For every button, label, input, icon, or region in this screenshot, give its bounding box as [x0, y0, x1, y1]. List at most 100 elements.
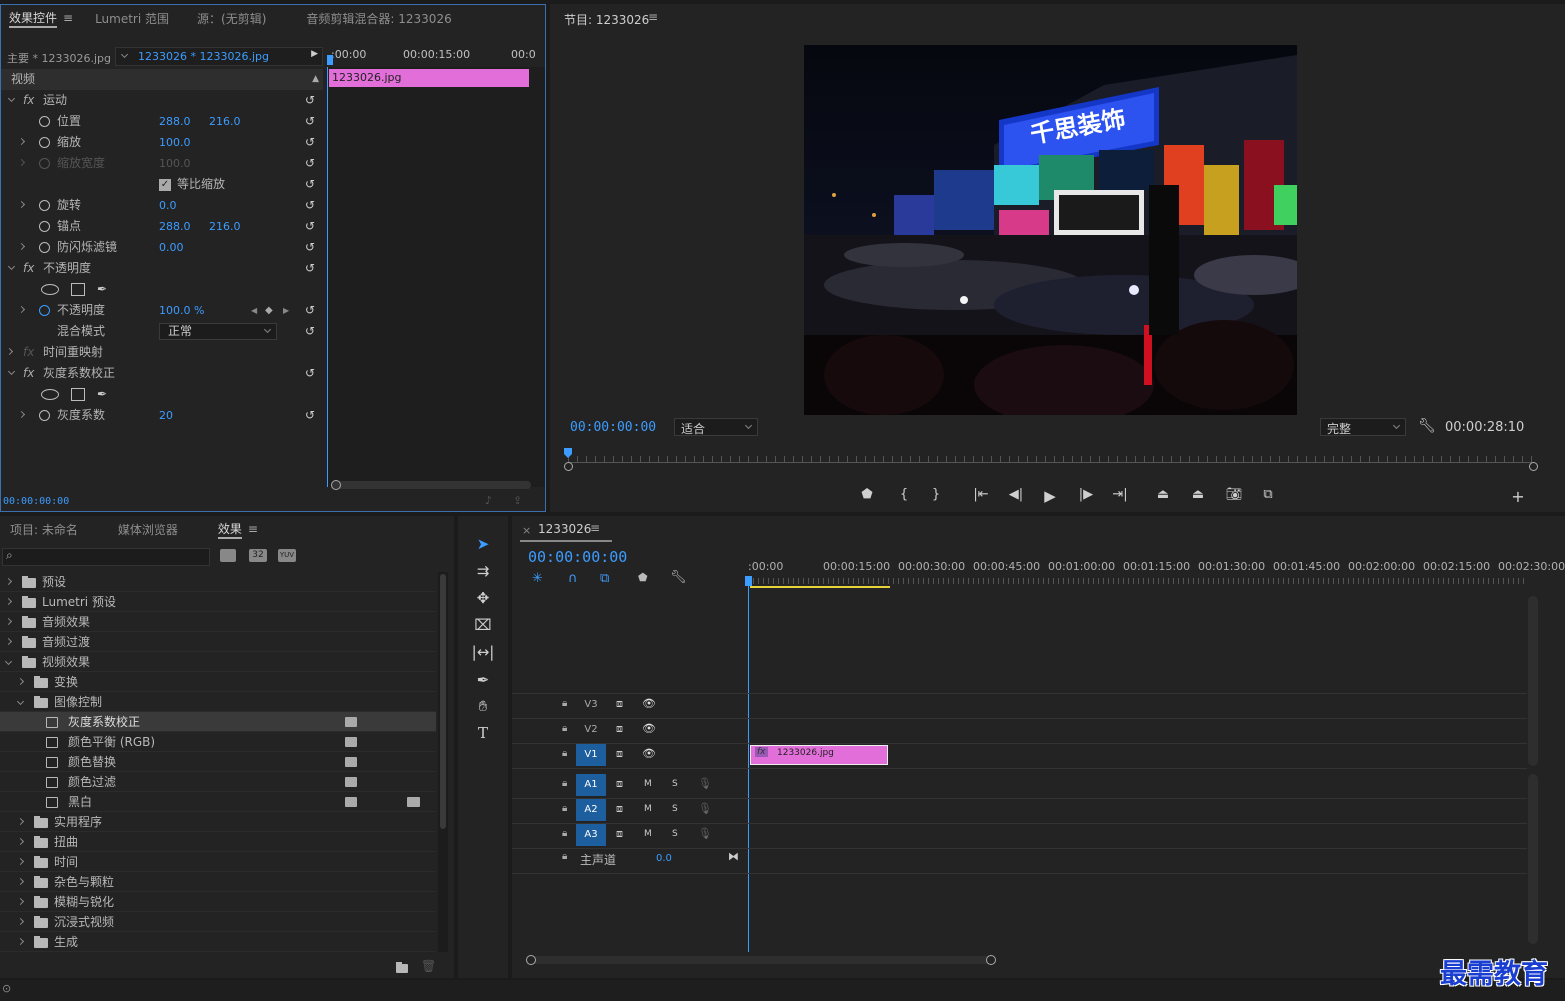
scroll-handle-left[interactable]: [331, 480, 341, 490]
add-marker-icon[interactable]: ⬟: [638, 571, 648, 584]
chevron-right-icon[interactable]: [17, 410, 26, 419]
chevron-right-icon[interactable]: [16, 817, 25, 826]
reset-icon[interactable]: ↺: [305, 174, 315, 195]
fx-icon[interactable]: fx: [23, 363, 34, 384]
pen-mask-icon[interactable]: ✒: [97, 279, 107, 300]
step-back-icon[interactable]: ◀|: [1006, 487, 1026, 502]
effects-tree-item[interactable]: 杂色与颗粒: [0, 872, 436, 892]
track-target-V2[interactable]: V2: [576, 719, 606, 741]
wrench-icon[interactable]: 🔧︎: [1418, 418, 1436, 434]
chevron-right-icon[interactable]: [5, 347, 14, 356]
scale-row[interactable]: 缩放 100.0 ↺: [1, 132, 323, 153]
camera-icon[interactable]: 📷︎: [1224, 487, 1244, 502]
mute-button[interactable]: M: [644, 829, 652, 839]
chevron-right-icon[interactable]: [17, 200, 26, 209]
chevron-right-icon[interactable]: [16, 877, 25, 886]
track-target-A2[interactable]: A2: [576, 799, 606, 821]
mute-button[interactable]: M: [644, 779, 652, 789]
effects-tree-item[interactable]: 黑白: [0, 792, 436, 812]
timeline-v-scrollbar[interactable]: [1528, 596, 1538, 766]
rectangle-mask-icon[interactable]: [71, 388, 85, 401]
fx-icon[interactable]: fx: [23, 90, 34, 111]
chevron-right-icon[interactable]: [16, 677, 25, 686]
reset-icon[interactable]: ↺: [305, 111, 315, 132]
button-editor-plus-icon[interactable]: +: [1508, 487, 1528, 506]
stopwatch-icon[interactable]: [39, 221, 50, 232]
timeline-playhead[interactable]: [748, 576, 749, 952]
chevron-right-icon[interactable]: [17, 305, 26, 314]
pen-mask-icon[interactable]: ✒: [97, 384, 107, 405]
position-y[interactable]: 216.0: [209, 111, 241, 132]
stopwatch-icon[interactable]: [39, 242, 50, 253]
effects-tree-item[interactable]: 扭曲: [0, 832, 436, 852]
accelerated-effects-icon[interactable]: [220, 549, 236, 562]
scrub-start-handle[interactable]: [564, 462, 573, 471]
effects-tree-item[interactable]: 图像控制: [0, 692, 436, 712]
reset-icon[interactable]: ↺: [305, 363, 315, 384]
scrub-end-handle[interactable]: [1529, 462, 1538, 471]
stopwatch-active-icon[interactable]: [39, 305, 50, 316]
eye-icon[interactable]: 👁︎: [642, 747, 656, 760]
step-forward-icon[interactable]: |▶: [1076, 487, 1096, 502]
sync-lock-icon[interactable]: ⧈: [616, 802, 623, 816]
chevron-right-icon[interactable]: [4, 637, 13, 646]
chevron-down-icon[interactable]: [7, 262, 16, 271]
delete-icon[interactable]: 🗑︎: [421, 959, 436, 973]
mute-button[interactable]: M: [644, 804, 652, 814]
add-marker-icon[interactable]: ⬟: [857, 487, 877, 502]
uniform-scale-checkbox[interactable]: ✓: [159, 179, 171, 191]
timeline-timecode[interactable]: 00:00:00:00: [528, 548, 627, 566]
antiflicker-value[interactable]: 0.00: [159, 237, 184, 258]
rotation-row[interactable]: 旋转 0.0 ↺: [1, 195, 323, 216]
stopwatch-icon[interactable]: [39, 200, 50, 211]
reset-icon[interactable]: ↺: [305, 195, 315, 216]
fit-select[interactable]: 适合: [674, 418, 758, 436]
timeline-v-scrollbar-audio[interactable]: [1528, 774, 1538, 944]
play-only-icon[interactable]: ▶: [311, 49, 318, 59]
solo-button[interactable]: S: [672, 779, 678, 789]
keyframe-next-icon[interactable]: ▶: [283, 300, 289, 321]
track-target-V1[interactable]: V1: [576, 744, 606, 766]
chevron-down-icon[interactable]: [4, 657, 13, 666]
effects-tree-item[interactable]: Lumetri 预设: [0, 592, 436, 612]
effects-tree-item[interactable]: 变换: [0, 672, 436, 692]
opacity-row[interactable]: 不透明度 100.0 % ◀ ◆ ▶ ↺: [1, 300, 323, 321]
anchor-y[interactable]: 216.0: [209, 216, 241, 237]
eye-icon[interactable]: 👁︎: [642, 697, 656, 710]
gamma-group-row[interactable]: fx 灰度系数校正 ↺: [1, 363, 323, 384]
playhead-head[interactable]: [745, 576, 752, 586]
effects-search-input[interactable]: ⌕: [2, 548, 210, 566]
tab-lumetri-scopes[interactable]: Lumetri 范围: [95, 10, 169, 27]
effects-tree-item[interactable]: 音频过渡: [0, 632, 436, 652]
position-x[interactable]: 288.0: [159, 111, 191, 132]
reset-icon[interactable]: ↺: [305, 153, 315, 174]
track-target-A3[interactable]: A3: [576, 824, 606, 846]
go-to-end-icon[interactable]: ⧓: [728, 850, 739, 863]
tab-effects[interactable]: 效果: [217, 520, 242, 539]
go-to-out-icon[interactable]: ⇥|: [1110, 487, 1130, 502]
gamma-row[interactable]: 灰度系数 20 ↺: [1, 405, 323, 426]
scroll-handle-left[interactable]: [526, 955, 536, 965]
lock-icon[interactable]: 🔒︎: [562, 803, 567, 814]
master-track-value[interactable]: 0.0: [656, 853, 672, 864]
mark-out-icon[interactable]: }: [926, 487, 946, 502]
panel-menu-icon[interactable]: ≡: [648, 10, 658, 24]
chevron-right-icon[interactable]: [16, 857, 25, 866]
reset-icon[interactable]: ↺: [305, 405, 315, 426]
lock-icon[interactable]: 🔒︎: [562, 698, 567, 709]
selection-tool-icon[interactable]: ➤: [470, 532, 496, 556]
sequence-tab[interactable]: 1233026: [538, 522, 591, 536]
lock-icon[interactable]: 🔒︎: [562, 828, 567, 839]
sequence-clip-dropdown[interactable]: 1233026 * 1233026.jpg ▶: [115, 47, 323, 66]
chevron-down-icon[interactable]: [7, 94, 16, 103]
tab-source[interactable]: 源：(无剪辑): [197, 10, 266, 27]
linked-selection-icon[interactable]: ⧉: [600, 571, 609, 586]
motion-row[interactable]: fx 运动 ↺: [1, 90, 323, 111]
eye-icon[interactable]: 👁︎: [642, 722, 656, 735]
chevron-right-icon[interactable]: [4, 597, 13, 606]
v1-clip[interactable]: fx 1233026.jpg: [750, 745, 888, 765]
new-bin-icon[interactable]: [396, 961, 408, 975]
scale-value[interactable]: 100.0: [159, 132, 191, 153]
scroll-handle-right[interactable]: [986, 955, 996, 965]
effects-tree-item[interactable]: 音频效果: [0, 612, 436, 632]
